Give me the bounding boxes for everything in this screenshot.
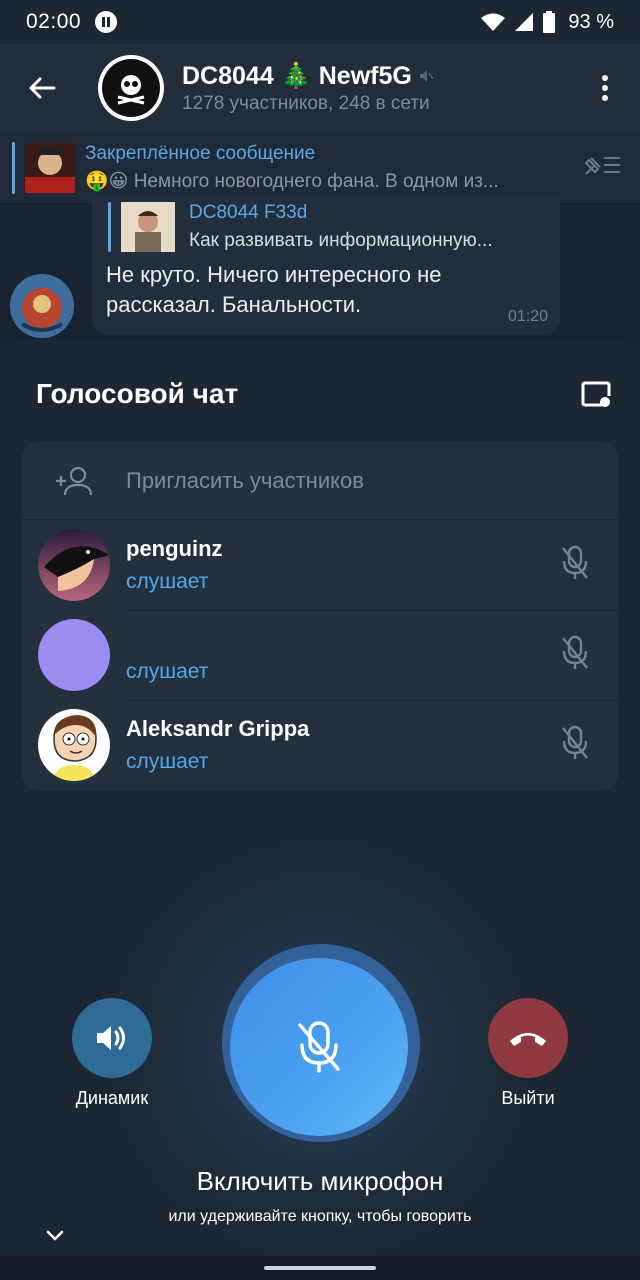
- participants-list: Пригласить участников penguinz слушает с…: [22, 442, 618, 790]
- morty-avatar-image: [38, 709, 110, 781]
- mic-off-icon: [562, 545, 588, 579]
- collapse-button[interactable]: [44, 1228, 66, 1247]
- leave-label: Выйти: [501, 1088, 555, 1108]
- participant-row[interactable]: penguinz слушает: [22, 520, 618, 610]
- speaker-icon: [97, 1026, 125, 1050]
- chat-header-text[interactable]: DC8044 🎄 Newf5G 1278 участников, 248 в с…: [182, 62, 434, 115]
- placeholder-avatar-image: [38, 619, 110, 691]
- participant-mic-status: [560, 545, 590, 586]
- participant-mic-status: [560, 725, 590, 766]
- reply-thumbnail-image: [121, 202, 175, 252]
- pinned-title: Закреплённое сообщение: [85, 142, 316, 164]
- participant-status: слушает: [126, 750, 209, 773]
- home-gesture-handle[interactable]: [264, 1266, 376, 1270]
- voice-chat-title: Голосовой чат: [36, 378, 239, 409]
- pinned-message-bar[interactable]: Закреплённое сообщение 🤑😀 Немного нового…: [0, 132, 640, 204]
- group-avatar[interactable]: [98, 55, 164, 121]
- reply-indicator: [108, 202, 111, 252]
- participant-row[interactable]: слушает: [22, 610, 618, 700]
- message-bubble[interactable]: DC8044 F33d Как развивать информационную…: [92, 198, 560, 334]
- participant-info: Aleksandr Grippa слушает: [126, 716, 309, 774]
- back-button[interactable]: [0, 44, 84, 132]
- mic-hint-text: или удерживайте кнопку, чтобы говорить: [168, 1208, 472, 1225]
- status-bar: 02:00 93 %: [0, 0, 640, 44]
- reply-author: DC8044 F33d: [189, 202, 308, 223]
- mic-toggle-button[interactable]: [230, 958, 408, 1136]
- pinned-text: 🤑😀 Немного новогоднего фана. В одном из.…: [85, 170, 499, 192]
- participant-status: слушает: [126, 570, 209, 593]
- invite-participants-row[interactable]: Пригласить участников: [22, 442, 618, 520]
- chat-subtitle: 1278 участников, 248 в сети: [182, 92, 430, 114]
- more-menu-button[interactable]: [570, 44, 640, 132]
- wifi-icon: [481, 13, 506, 31]
- participant-mic-status: [560, 635, 590, 676]
- mic-off-icon: [562, 635, 588, 669]
- participant-status: слушает: [126, 660, 209, 683]
- participant-avatar: [38, 529, 110, 601]
- chevron-down-icon: [46, 1230, 64, 1241]
- chat-title: DC8044 🎄 Newf5G: [182, 62, 434, 91]
- voice-chat-panel: Голосовой чат Пригласить участников peng…: [0, 340, 640, 1280]
- chat-header: DC8044 🎄 Newf5G 1278 участников, 248 в с…: [0, 44, 640, 132]
- participant-info: слушает: [126, 626, 208, 684]
- sender-avatar[interactable]: [10, 274, 74, 338]
- skull-logo-icon: [117, 75, 145, 105]
- mic-off-icon: [562, 725, 588, 759]
- status-icons: 93 %: [480, 11, 614, 34]
- message-time: 01:20: [507, 308, 548, 325]
- participant-name: [126, 626, 208, 654]
- reply-thumbnail: [121, 202, 175, 252]
- battery-icon: [543, 11, 556, 33]
- participant-name: penguinz: [126, 536, 223, 561]
- pinned-thumbnail-image: [25, 142, 75, 193]
- participant-row[interactable]: Aleksandr Grippa слушает: [22, 700, 618, 790]
- speaker-button[interactable]: [72, 998, 152, 1078]
- participant-name: Aleksandr Grippa: [126, 716, 310, 741]
- picture-in-picture-icon: [581, 381, 611, 407]
- invite-label: Пригласить участников: [126, 467, 364, 493]
- reply-text: Как развивать информационную...: [189, 230, 493, 251]
- screen: 02:00 93 % DC8044 🎄 Newf5G 1278 участник…: [0, 0, 640, 1280]
- chat-area: DC8044 F33d Как развивать информационную…: [0, 198, 640, 344]
- mic-off-icon: [298, 1021, 340, 1073]
- arrow-left-icon: [29, 77, 56, 99]
- reply-preview[interactable]: DC8044 F33d Как развивать информационную…: [108, 202, 549, 252]
- add-user-icon: [56, 466, 93, 495]
- sender-avatar-image: [10, 274, 74, 338]
- pinned-list-button[interactable]: [582, 152, 622, 183]
- penguin-avatar-image: [38, 529, 110, 601]
- chat-title-text: DC8044 🎄 Newf5G: [182, 61, 412, 90]
- signal-icon: [515, 13, 534, 31]
- muted-icon: [419, 70, 434, 82]
- pinned-indicator: [12, 141, 15, 194]
- speaker-label: Динамик: [75, 1088, 149, 1108]
- pinned-texts: Закреплённое сообщение 🤑😀 Немного нового…: [85, 143, 555, 193]
- participant-avatar: [38, 619, 110, 691]
- leave-button[interactable]: [488, 998, 568, 1078]
- end-call-icon: [510, 1033, 546, 1046]
- participant-avatar: [38, 709, 110, 781]
- message-text: Не круто. Ничего интересного не рассказа…: [106, 262, 442, 317]
- pip-button[interactable]: [580, 380, 612, 413]
- status-time: 02:00: [26, 10, 82, 33]
- mic-main-text: Включить микрофон: [196, 1166, 444, 1196]
- add-user-icon-wrap: [22, 465, 126, 497]
- participant-info: penguinz слушает: [126, 536, 223, 594]
- group-avatar-logo: [102, 59, 160, 117]
- pinned-thumbnail: [25, 142, 75, 193]
- reply-texts: DC8044 F33d Как развивать информационную…: [189, 202, 549, 252]
- more-vertical-icon: [602, 75, 608, 101]
- pin-list-icon: [584, 157, 620, 175]
- media-notification-icon: [95, 11, 118, 33]
- battery-percent: 93 %: [568, 10, 614, 33]
